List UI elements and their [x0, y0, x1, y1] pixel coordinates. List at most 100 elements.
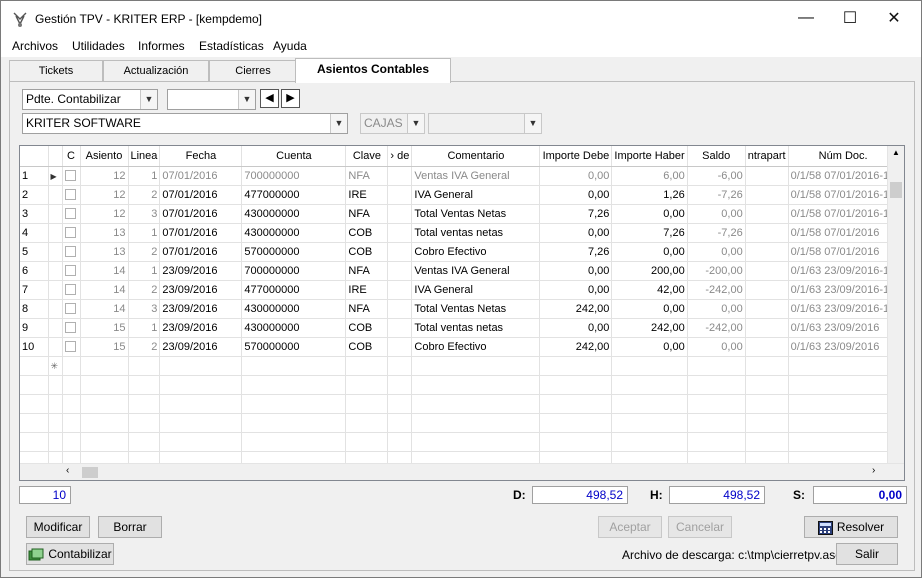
cell-comentario[interactable]: Cobro Efectivo	[411, 337, 541, 357]
tab-actualizacion[interactable]: Actualización	[103, 60, 209, 82]
cell-comentario[interactable]: Cobro Efectivo	[411, 242, 541, 262]
table-row[interactable]: 5 13 2 07/01/2016 570000000 COB Cobro Efectivo…	[20, 242, 899, 262]
cell-comentario[interactable]: IVA General	[411, 185, 541, 205]
empty-cell[interactable]	[345, 356, 389, 376]
cell-linea[interactable]: 2	[128, 337, 161, 357]
cell-comentario[interactable]: Total ventas netas	[411, 223, 541, 243]
column-header-clave[interactable]: Clave	[345, 146, 389, 167]
cell-num-doc[interactable]: 0/1/63 23/09/2016-14	[788, 280, 899, 300]
row-checkbox[interactable]	[64, 170, 76, 182]
cell-saldo[interactable]: 0,00	[687, 204, 746, 224]
cell-contrapartida[interactable]	[745, 337, 789, 357]
cell-fecha[interactable]: 23/09/2016	[159, 337, 243, 357]
cell-fecha[interactable]: 07/01/2016	[159, 223, 243, 243]
tab-asientos-contables[interactable]: Asientos Contables	[295, 58, 451, 83]
cell-clave[interactable]: COB	[345, 318, 389, 338]
next-button[interactable]: ▶	[281, 89, 300, 108]
cell-num-doc[interactable]: 0/1/58 07/01/2016-12	[788, 204, 899, 224]
post-entries-button[interactable]: Contabilizar	[26, 543, 114, 565]
cell-saldo[interactable]: 0,00	[687, 337, 746, 357]
cell-clave[interactable]: COB	[345, 242, 389, 262]
cell-num-doc[interactable]: 0/1/63 23/09/2016	[788, 318, 899, 338]
cell-de[interactable]	[387, 223, 413, 243]
cell-saldo[interactable]: -7,26	[687, 185, 746, 205]
cell-contrapartida[interactable]	[745, 318, 789, 338]
empty-cell[interactable]	[62, 356, 81, 376]
column-header-linea[interactable]: Linea	[128, 146, 161, 167]
row-checkbox[interactable]	[64, 322, 76, 334]
cell-cuenta[interactable]: 430000000	[241, 223, 347, 243]
cell-fecha[interactable]: 23/09/2016	[159, 261, 243, 281]
type-select[interactable]: CAJAS ▼	[360, 113, 425, 134]
column-header-contrapartida[interactable]: ntrapart	[745, 146, 789, 167]
row-checkbox[interactable]	[64, 189, 76, 201]
menu-utilidades[interactable]: Utilidades	[72, 39, 125, 53]
cell-importe-debe[interactable]: 0,00	[539, 318, 613, 338]
cell-saldo[interactable]: 0,00	[687, 299, 746, 319]
cell-asiento[interactable]: 12	[80, 166, 129, 186]
empty-cell[interactable]	[241, 356, 347, 376]
cell-comentario[interactable]: Total Ventas Netas	[411, 204, 541, 224]
cell-comentario[interactable]: Ventas IVA General	[411, 166, 541, 186]
cell-comentario[interactable]: Total ventas netas	[411, 318, 541, 338]
cell-importe-debe[interactable]: 0,00	[539, 280, 613, 300]
cell-linea[interactable]: 1	[128, 223, 161, 243]
empty-cell[interactable]	[411, 356, 541, 376]
empty-cell[interactable]	[687, 356, 746, 376]
cell-importe-debe[interactable]: 242,00	[539, 337, 613, 357]
cell-linea[interactable]: 1	[128, 261, 161, 281]
cell-cuenta[interactable]: 477000000	[241, 280, 347, 300]
cell-importe-debe[interactable]: 0,00	[539, 185, 613, 205]
cell-linea[interactable]: 1	[128, 166, 161, 186]
cell-saldo[interactable]: -200,00	[687, 261, 746, 281]
column-header-importe-debe[interactable]: Importe Debe	[539, 146, 613, 167]
cell-asiento[interactable]: 12	[80, 185, 129, 205]
cell-cuenta[interactable]: 700000000	[241, 261, 347, 281]
tab-tickets[interactable]: Tickets	[9, 60, 103, 82]
cell-num-doc[interactable]: 0/1/58 07/01/2016	[788, 242, 899, 262]
cell-importe-haber[interactable]: 1,26	[611, 185, 688, 205]
cell-fecha[interactable]: 23/09/2016	[159, 318, 243, 338]
cell-linea[interactable]: 2	[128, 280, 161, 300]
cell-asiento[interactable]: 15	[80, 318, 129, 338]
cell-fecha[interactable]: 07/01/2016	[159, 204, 243, 224]
minimize-button[interactable]: —	[783, 1, 829, 35]
scroll-up-icon[interactable]: ▲	[890, 148, 902, 162]
modify-button[interactable]: Modificar	[26, 516, 90, 538]
scroll-left-icon[interactable]: ‹	[66, 465, 78, 476]
cell-importe-debe[interactable]: 0,00	[539, 261, 613, 281]
cell-num-doc[interactable]: 0/1/58 07/01/2016-12	[788, 166, 899, 186]
cell-fecha[interactable]: 07/01/2016	[159, 242, 243, 262]
cell-asiento[interactable]: 14	[80, 261, 129, 281]
cell-importe-haber[interactable]: 6,00	[611, 166, 688, 186]
cell-de[interactable]	[387, 204, 413, 224]
cell-importe-haber[interactable]: 200,00	[611, 261, 688, 281]
cell-de[interactable]	[387, 185, 413, 205]
cash-register-select[interactable]: ▼	[428, 113, 542, 134]
cell-de[interactable]	[387, 166, 413, 186]
table-row[interactable]: 6 14 1 23/09/2016 700000000 NFA Ventas IVA Gen…	[20, 261, 899, 281]
row-checkbox[interactable]	[64, 341, 76, 353]
cell-importe-debe[interactable]: 0,00	[539, 223, 613, 243]
close-button[interactable]: ✕	[871, 1, 917, 35]
column-header-saldo[interactable]: Saldo	[687, 146, 746, 167]
cell-cuenta[interactable]: 570000000	[241, 242, 347, 262]
delete-button[interactable]: Borrar	[98, 516, 162, 538]
table-row[interactable]: 9 15 1 23/09/2016 430000000 COB Total ventas n…	[20, 318, 899, 338]
empty-cell[interactable]	[159, 356, 243, 376]
cell-asiento[interactable]: 14	[80, 280, 129, 300]
cell-asiento[interactable]: 13	[80, 223, 129, 243]
cell-de[interactable]	[387, 280, 413, 300]
cell-de[interactable]	[387, 318, 413, 338]
cell-contrapartida[interactable]	[745, 223, 789, 243]
column-header-fecha[interactable]: Fecha	[159, 146, 243, 167]
row-checkbox[interactable]	[64, 246, 76, 258]
menu-archivos[interactable]: Archivos	[12, 39, 58, 53]
cell-contrapartida[interactable]	[745, 204, 789, 224]
cell-num-doc[interactable]: 0/1/63 23/09/2016	[788, 337, 899, 357]
menu-ayuda[interactable]: Ayuda	[273, 39, 307, 53]
row-checkbox[interactable]	[64, 303, 76, 315]
cell-clave[interactable]: NFA	[345, 299, 389, 319]
cell-contrapartida[interactable]	[745, 166, 789, 186]
empty-cell[interactable]	[539, 356, 613, 376]
